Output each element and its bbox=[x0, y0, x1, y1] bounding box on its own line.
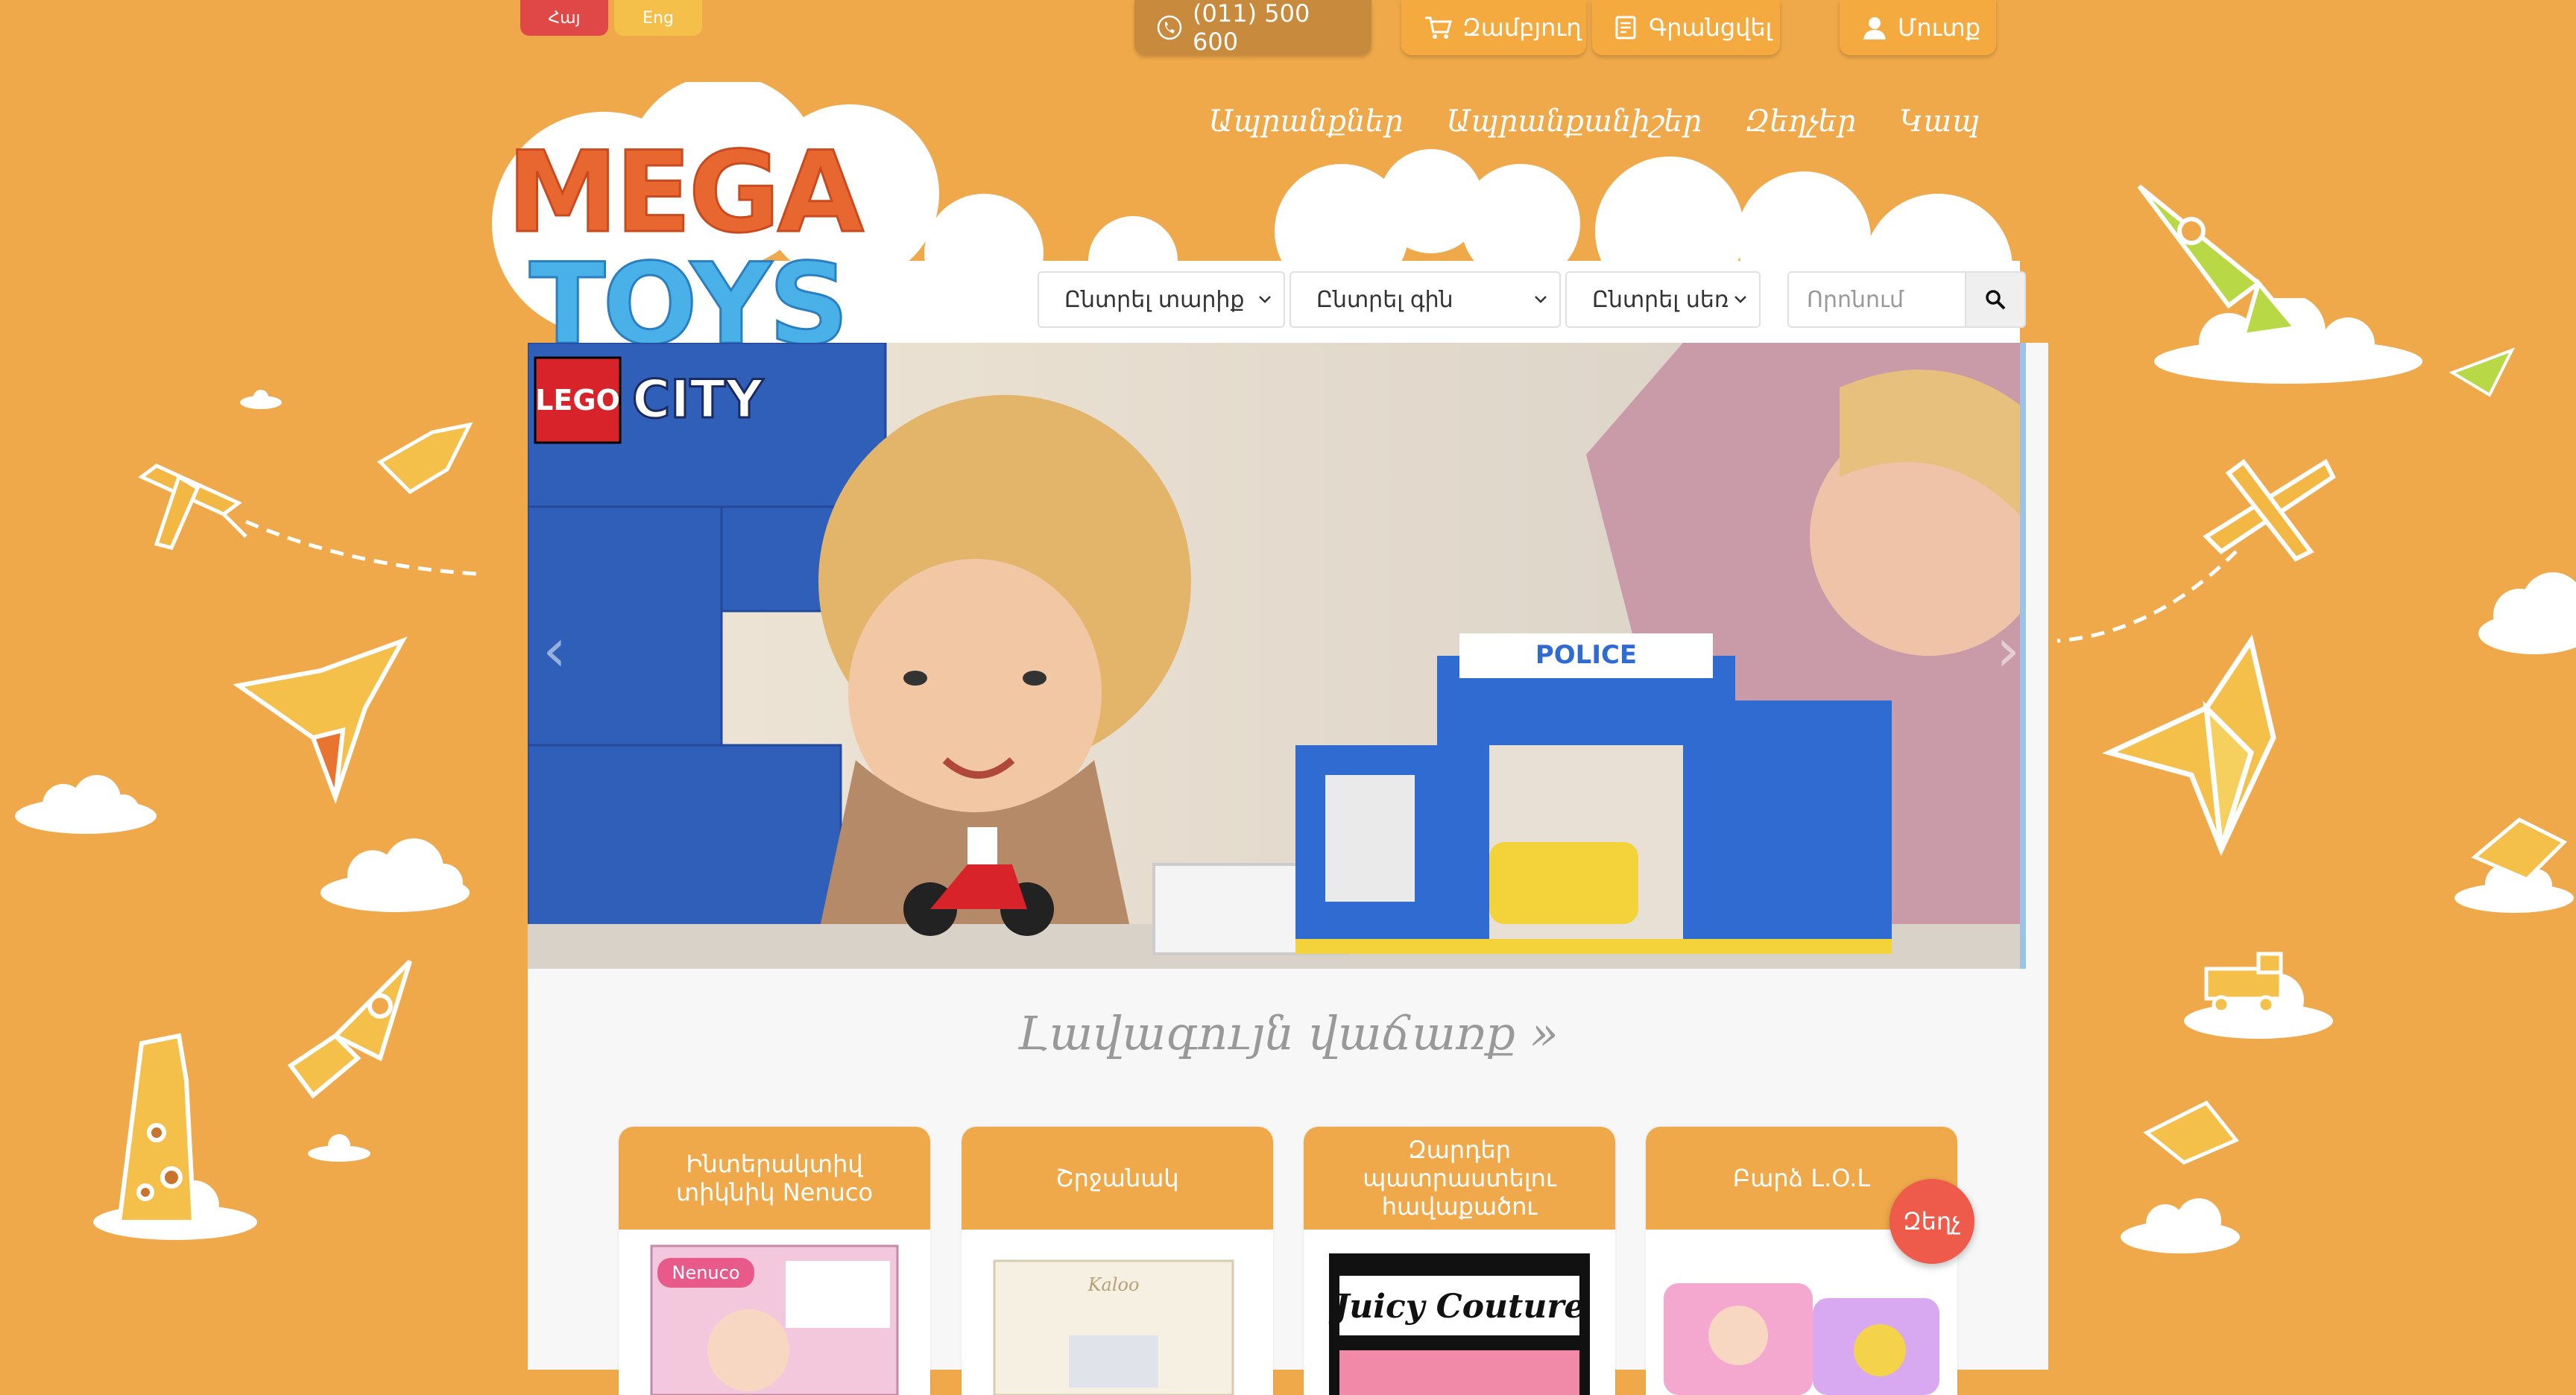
cart-icon bbox=[1425, 16, 1452, 39]
phone-icon bbox=[1157, 15, 1182, 40]
hero-banner[interactable]: LEGO CITY POLICE ‹ › bbox=[528, 343, 2026, 969]
login-button[interactable]: Մուտք bbox=[1840, 0, 1996, 55]
rocket-icon bbox=[268, 954, 417, 1121]
product-title[interactable]: Շրջանակ bbox=[962, 1127, 1273, 1230]
cart-button[interactable]: Զամբյուղ bbox=[1401, 0, 1586, 55]
decor-cloud bbox=[313, 835, 477, 917]
price-filter-select[interactable]: Ընտրել գին bbox=[1289, 271, 1561, 328]
origami-bird-icon bbox=[2445, 343, 2519, 405]
user-icon bbox=[1863, 17, 1886, 39]
nav-item-products[interactable]: Ապրանքներ bbox=[1209, 104, 1404, 149]
product-card[interactable]: Զարդեր պատրաստելու հավաքածու Juicy Coutu… bbox=[1304, 1127, 1615, 1395]
product-card[interactable]: Ինտերակտիվ տիկնիկ Nenuco Nenuco bbox=[619, 1127, 930, 1395]
discount-chat-button[interactable]: Զեղչ bbox=[1890, 1179, 1974, 1264]
chevron-down-icon bbox=[1259, 296, 1271, 303]
register-label: Գրանցվել bbox=[1649, 13, 1772, 42]
product-card[interactable]: Շրջանակ Kaloo bbox=[962, 1127, 1273, 1395]
filters-bar: Ընտրել տարիք Ընտրել գին Ընտրել սեռ bbox=[1038, 271, 1761, 328]
rocket-icon bbox=[2132, 179, 2303, 346]
banner-brand-city: CITY bbox=[632, 369, 764, 430]
product-brand: Nenuco bbox=[672, 1262, 739, 1283]
search-button[interactable] bbox=[1965, 271, 2026, 328]
product-image-lol-pillow[interactable] bbox=[1664, 1239, 1939, 1395]
decor-cloud bbox=[2475, 551, 2576, 663]
product-brand: Kaloo bbox=[1087, 1274, 1140, 1295]
product-title[interactable]: Ինտերակտիվ տիկնիկ Nenuco bbox=[619, 1127, 930, 1230]
origami-bird-icon bbox=[2101, 633, 2311, 860]
dashed-flight-path bbox=[2056, 550, 2238, 643]
origami-bird-icon bbox=[373, 417, 477, 502]
decor-cloud bbox=[11, 775, 160, 835]
register-button[interactable]: Գրանցվել bbox=[1592, 0, 1780, 55]
chevron-down-icon bbox=[1535, 296, 1547, 303]
bestsellers-title[interactable]: Լավագույն վաճառք » bbox=[528, 1006, 2048, 1060]
product-brand: Juicy Couture bbox=[1328, 1288, 1585, 1326]
origami-bird-icon bbox=[231, 626, 410, 808]
giraffe-icon bbox=[97, 1013, 224, 1240]
search-form: Որոնում bbox=[1787, 271, 2026, 328]
gender-filter-select[interactable]: Ընտրել սեռ bbox=[1565, 271, 1761, 328]
svg-text:TOYS: TOYS bbox=[529, 240, 846, 358]
cart-label: Զամբյուղ bbox=[1462, 13, 1582, 42]
age-filter-select[interactable]: Ընտրել տարիք bbox=[1038, 271, 1285, 328]
banner-brand-lego: LEGO bbox=[535, 384, 620, 417]
register-icon bbox=[1615, 16, 1636, 39]
nav-item-brands[interactable]: Ապրանքանիշեր bbox=[1447, 104, 1702, 149]
decor-cloud bbox=[2117, 1192, 2244, 1259]
dashed-flight-path bbox=[245, 519, 478, 576]
lang-armenian-button[interactable]: Հայ bbox=[520, 0, 608, 36]
product-image-frame[interactable]: Kaloo bbox=[979, 1239, 1255, 1395]
search-input[interactable]: Որոնում bbox=[1787, 271, 1965, 328]
lang-english-button[interactable]: Eng bbox=[614, 0, 702, 36]
phone-number: (011) 500 600 bbox=[1193, 0, 1310, 56]
nav-item-contact[interactable]: Կապ bbox=[1899, 104, 1980, 149]
decor-cloud bbox=[239, 388, 283, 410]
main-nav: Ապրանքներ Ապրանքանիշեր Զեղչեր Կապ bbox=[1209, 104, 1980, 149]
search-icon bbox=[1986, 290, 2006, 310]
decor-cloud bbox=[306, 1133, 373, 1162]
phone-button[interactable]: (011) 500 600 bbox=[1134, 0, 1371, 56]
chevron-right-icon[interactable]: › bbox=[1996, 616, 2020, 685]
origami-bird-icon bbox=[2467, 805, 2572, 890]
product-title[interactable]: Զարդեր պատրաստելու հավաքածու bbox=[1304, 1127, 1615, 1230]
mega-toys-logo[interactable]: MEGA TOYS bbox=[499, 127, 902, 371]
chevron-left-icon[interactable]: ‹ bbox=[543, 616, 566, 685]
nav-item-discounts[interactable]: Զեղչեր bbox=[1745, 104, 1856, 149]
login-label: Մուտք bbox=[1898, 13, 1981, 42]
banner-police-sign: POLICE bbox=[1535, 640, 1637, 670]
train-icon bbox=[2191, 946, 2296, 1016]
origami-bird-icon bbox=[2139, 1095, 2244, 1173]
chevron-down-icon bbox=[1734, 296, 1746, 303]
product-card[interactable]: Բարձ L.O.L bbox=[1646, 1127, 1957, 1395]
product-image-nenuco[interactable]: Nenuco bbox=[637, 1239, 912, 1395]
product-image-juicy-couture[interactable]: Juicy Couture bbox=[1322, 1239, 1597, 1395]
